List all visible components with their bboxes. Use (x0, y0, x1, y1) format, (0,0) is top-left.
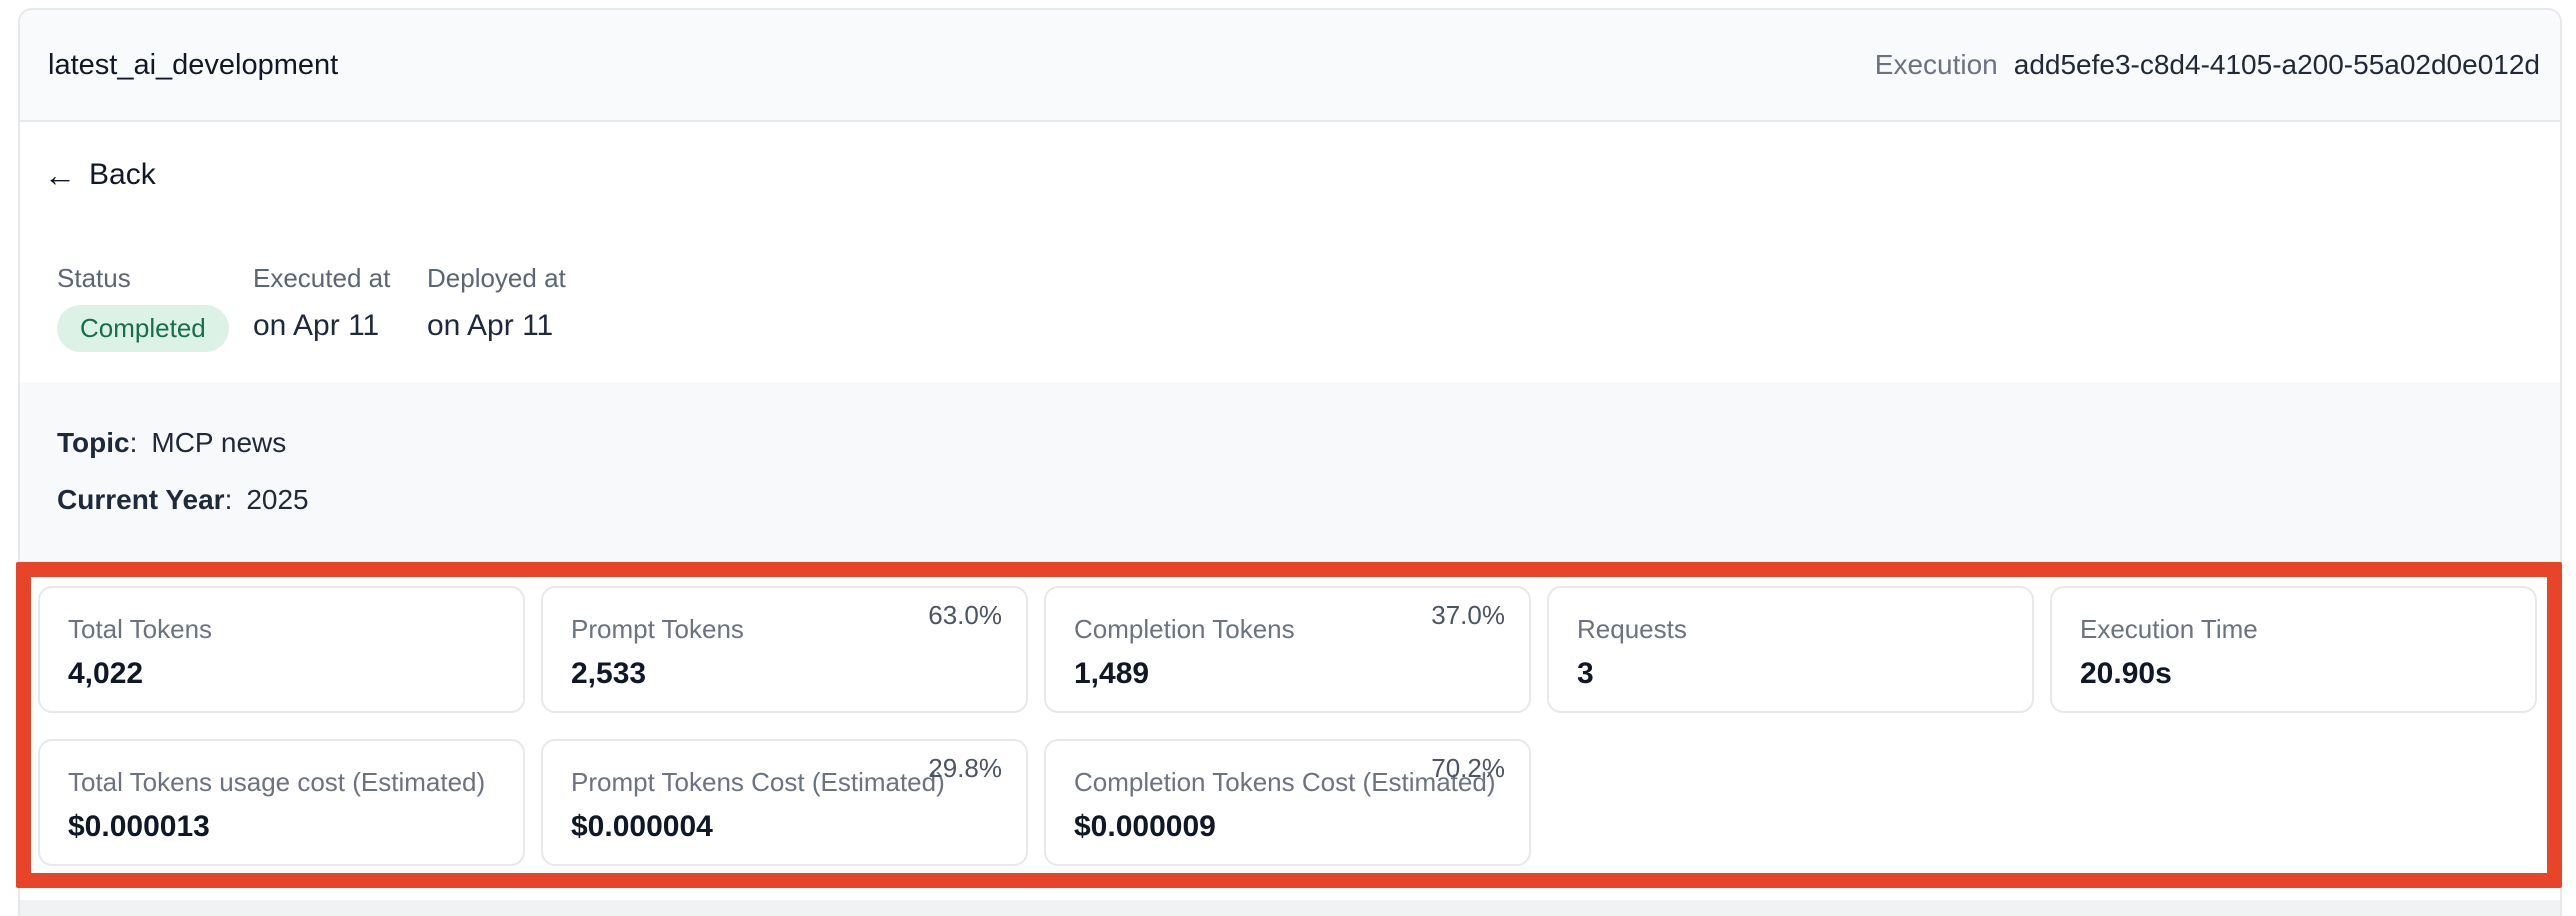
metric-value: $0.000009 (1074, 809, 1503, 845)
status-label: Status (57, 263, 229, 294)
metric-percent: 37.0% (1431, 600, 1505, 630)
current-year-row: Current Year:2025 (57, 484, 309, 516)
deployed-at-value: on Apr 11 (427, 309, 566, 343)
topic-key: Topic (57, 427, 130, 458)
current-year-separator: : (225, 484, 233, 515)
metric-value: 20.90s (2080, 656, 2509, 692)
metric-value: 4,022 (68, 656, 497, 692)
execution-detail-panel: latest_ai_development Execution add5efe3… (18, 8, 2562, 916)
metric-card-completion-tokens: Completion Tokens 1,489 37.0% (1044, 586, 1531, 713)
status-badge: Completed (57, 305, 229, 352)
metric-card-total-tokens: Total Tokens 4,022 (38, 586, 525, 713)
topic-separator: : (130, 427, 138, 458)
metric-card-prompt-cost: Prompt Tokens Cost (Estimated) $0.000004… (541, 739, 1028, 866)
next-section-band (20, 900, 2560, 916)
metric-card-completion-cost: Completion Tokens Cost (Estimated) $0.00… (1044, 739, 1531, 866)
metric-label: Execution Time (2080, 614, 2509, 644)
metric-percent: 70.2% (1431, 753, 1505, 783)
metric-value: $0.000013 (68, 809, 497, 845)
current-year-value: 2025 (246, 484, 308, 515)
metric-value: 2,533 (571, 656, 1000, 692)
metrics-grid: Total Tokens 4,022 Prompt Tokens 2,533 6… (38, 586, 2537, 866)
metric-value: 3 (1577, 656, 2006, 692)
crew-title: latest_ai_development (48, 49, 338, 82)
metric-label: Requests (1577, 614, 2006, 644)
inputs-section: Topic:MCP news Current Year:2025 (20, 383, 2560, 563)
metric-card-prompt-tokens: Prompt Tokens 2,533 63.0% (541, 586, 1028, 713)
metric-card-total-cost: Total Tokens usage cost (Estimated) $0.0… (38, 739, 525, 866)
metric-card-execution-time: Execution Time 20.90s (2050, 586, 2537, 713)
deployed-at-column: Deployed at on Apr 11 (427, 263, 566, 343)
back-button[interactable]: ← Back (44, 158, 156, 192)
executed-at-label: Executed at (253, 263, 390, 294)
topic-row: Topic: MCP news (57, 427, 286, 459)
status-column: Status Completed (57, 263, 229, 352)
topic-value: MCP news (151, 427, 286, 458)
executed-at-column: Executed at on Apr 11 (253, 263, 390, 343)
metric-label: Total Tokens (68, 614, 497, 644)
execution-id-group: Execution add5efe3-c8d4-4105-a200-55a02d… (1875, 49, 2540, 81)
back-label: Back (89, 158, 156, 192)
current-year-key: Current Year (57, 484, 225, 515)
execution-id: add5efe3-c8d4-4105-a200-55a02d0e012d (2014, 49, 2540, 81)
metric-card-requests: Requests 3 (1547, 586, 2034, 713)
metric-label: Total Tokens usage cost (Estimated) (68, 767, 497, 797)
execution-label: Execution (1875, 49, 1998, 81)
metric-value: 1,489 (1074, 656, 1503, 692)
executed-at-value: on Apr 11 (253, 309, 390, 343)
panel-header: latest_ai_development Execution add5efe3… (20, 10, 2560, 122)
metric-percent: 29.8% (928, 753, 1002, 783)
metric-value: $0.000004 (571, 809, 1000, 845)
metric-percent: 63.0% (928, 600, 1002, 630)
back-arrow-icon: ← (44, 160, 76, 190)
deployed-at-label: Deployed at (427, 263, 566, 294)
